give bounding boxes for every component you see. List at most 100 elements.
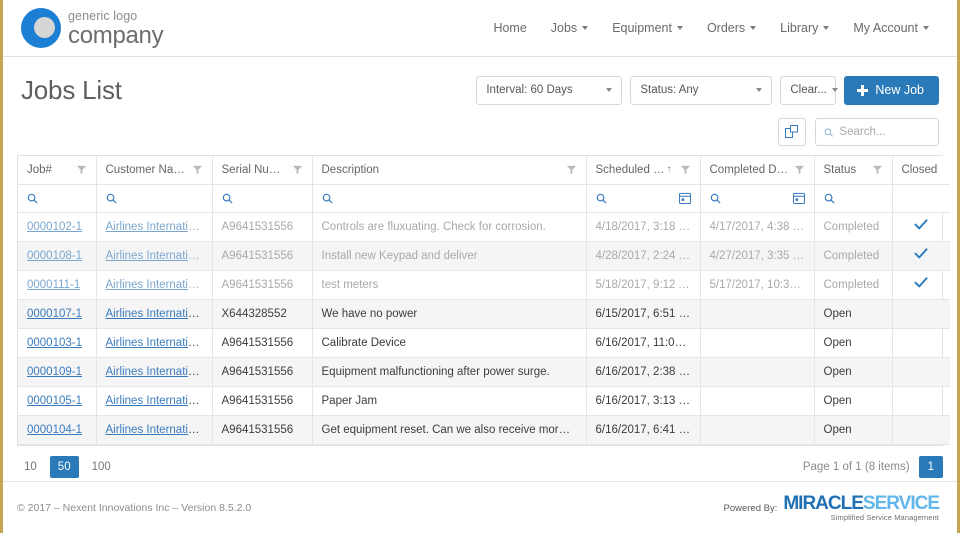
cell-serial-number: X644328552: [212, 299, 313, 329]
sort-ascending-icon: ↑: [666, 164, 672, 176]
cell-closed[interactable]: [892, 328, 950, 358]
search-icon[interactable]: [596, 193, 607, 204]
filter-cell-status[interactable]: [814, 184, 893, 213]
column-header-serial-number[interactable]: Serial Number: [212, 156, 313, 185]
job-link[interactable]: 0000105-1: [27, 395, 82, 407]
column-header-status[interactable]: Status: [814, 156, 893, 185]
column-chooser-button[interactable]: [778, 118, 806, 146]
cell-job: 0000107-1: [18, 299, 97, 329]
search-icon[interactable]: [106, 193, 117, 204]
column-header-closed[interactable]: Closed: [892, 156, 950, 185]
customer-link[interactable]: Airlines International: [106, 250, 210, 262]
search-input[interactable]: [839, 126, 930, 138]
search-icon[interactable]: [824, 193, 835, 204]
filter-cell-scheduled-date[interactable]: [586, 184, 701, 213]
nav-item-my-account[interactable]: My Account: [853, 21, 929, 35]
app-footer: © 2017 – Nexent Innovations Inc – Versio…: [3, 481, 957, 533]
brand-logo-line1: generic logo: [68, 9, 138, 24]
column-header-completed-date[interactable]: Completed Date: [700, 156, 815, 185]
column-header-job[interactable]: Job#: [18, 156, 97, 185]
filter-funnel-icon[interactable]: [192, 164, 203, 175]
filter-funnel-icon[interactable]: [794, 164, 805, 175]
column-header-scheduled-date[interactable]: Scheduled Date ↑: [586, 156, 701, 185]
search-icon[interactable]: [222, 193, 233, 204]
customer-link[interactable]: Airlines International: [106, 366, 210, 378]
table-row[interactable]: 0000103-1 Airlines International A96415315…: [18, 328, 950, 358]
cell-customer-name: Airlines International: [96, 241, 213, 271]
job-link[interactable]: 0000107-1: [27, 308, 82, 320]
page-size-50[interactable]: 50: [49, 455, 79, 478]
filter-cell-description[interactable]: [312, 184, 587, 213]
table-row[interactable]: 0000107-1 Airlines International X64432855…: [18, 299, 950, 329]
job-link[interactable]: 0000104-1: [27, 424, 82, 436]
customer-link[interactable]: Airlines International: [106, 337, 210, 349]
nav-item-home[interactable]: Home: [493, 21, 526, 35]
interval-filter-select[interactable]: Interval: 60 Days: [476, 75, 623, 105]
filter-funnel-icon[interactable]: [566, 164, 577, 175]
customer-link[interactable]: Airlines International: [106, 279, 210, 291]
job-link[interactable]: 0000103-1: [27, 337, 82, 349]
page-size-100[interactable]: 100: [85, 457, 118, 477]
column-header-label: Status: [823, 163, 857, 176]
table-row[interactable]: 0000102-1 Airlines International A96415315…: [18, 212, 950, 242]
nav-item-jobs[interactable]: Jobs: [551, 21, 589, 35]
table-row[interactable]: 0000105-1 Airlines International A96415315…: [18, 386, 950, 416]
column-header-customer-name[interactable]: Customer Name: [96, 156, 213, 185]
job-link[interactable]: 0000102-1: [27, 221, 82, 233]
filter-cell-customer-name[interactable]: [96, 184, 213, 213]
customer-link[interactable]: Airlines International: [106, 308, 210, 320]
job-link[interactable]: 0000111-1: [27, 279, 80, 291]
calendar-icon[interactable]: [792, 192, 805, 204]
jobs-table-container: Job# Customer Name Serial Number: [17, 155, 950, 446]
customer-link[interactable]: Airlines International: [106, 424, 210, 436]
status-filter-select[interactable]: Status: Any: [630, 75, 773, 105]
cell-closed[interactable]: [892, 386, 950, 416]
cell-completed-date: 4/17/2017, 4:38 PM: [700, 212, 815, 242]
brand-logo[interactable]: generic logo company: [21, 8, 164, 48]
table-row[interactable]: 0000111-1 Airlines International A96415315…: [18, 270, 950, 300]
pager-right: Page 1 of 1 (8 items) 1: [803, 455, 943, 478]
customer-link[interactable]: Airlines International: [106, 395, 210, 407]
cell-job: 0000105-1: [18, 386, 97, 416]
nav-item-orders[interactable]: Orders: [707, 21, 757, 35]
filter-cell-job[interactable]: [18, 184, 97, 213]
calendar-icon[interactable]: [678, 192, 691, 204]
cell-job: 0000104-1: [18, 415, 97, 445]
filter-cell-completed-date[interactable]: [700, 184, 815, 213]
clear-filters-button[interactable]: Clear...: [780, 75, 838, 105]
search-icon[interactable]: [322, 193, 333, 204]
cell-customer-name: Airlines International: [96, 270, 213, 300]
cell-completed-date: [700, 299, 815, 329]
filter-funnel-icon[interactable]: [76, 164, 87, 175]
powered-by-label: Powered By:: [723, 503, 778, 515]
filter-cell-serial-number[interactable]: [212, 184, 313, 213]
cell-customer-name: Airlines International: [96, 386, 213, 416]
page-number-1[interactable]: 1: [918, 455, 943, 478]
cell-closed[interactable]: [892, 212, 950, 242]
search-icon[interactable]: [27, 193, 38, 204]
filter-funnel-icon[interactable]: [292, 164, 303, 175]
cell-closed[interactable]: [892, 357, 950, 387]
cell-closed[interactable]: [892, 415, 950, 445]
cell-closed[interactable]: [892, 299, 950, 329]
filter-funnel-icon[interactable]: [680, 164, 691, 175]
cell-closed[interactable]: [892, 241, 950, 271]
table-row[interactable]: 0000104-1 Airlines International A96415315…: [18, 415, 950, 445]
table-row[interactable]: 0000109-1 Airlines International A96415315…: [18, 357, 950, 387]
filter-funnel-icon[interactable]: [872, 164, 883, 175]
cell-description: Controls are fluxuating. Check for corro…: [312, 212, 587, 242]
page-size-10[interactable]: 10: [17, 457, 44, 477]
column-header-description[interactable]: Description: [312, 156, 587, 185]
table-row[interactable]: 0000108-1 Airlines International A96415315…: [18, 241, 950, 271]
job-link[interactable]: 0000109-1: [27, 366, 82, 378]
customer-link[interactable]: Airlines International: [106, 221, 210, 233]
new-job-button[interactable]: New Job: [844, 75, 939, 105]
nav-item-library[interactable]: Library: [780, 21, 830, 35]
status-filter-label: Status: Any: [640, 84, 699, 96]
cell-closed[interactable]: [892, 270, 950, 300]
nav-item-equipment[interactable]: Equipment: [612, 21, 683, 35]
search-icon[interactable]: [710, 193, 721, 204]
search-box[interactable]: [815, 118, 939, 146]
job-link[interactable]: 0000108-1: [27, 250, 82, 262]
cell-scheduled-date: 5/18/2017, 9:12 AM: [586, 270, 701, 300]
